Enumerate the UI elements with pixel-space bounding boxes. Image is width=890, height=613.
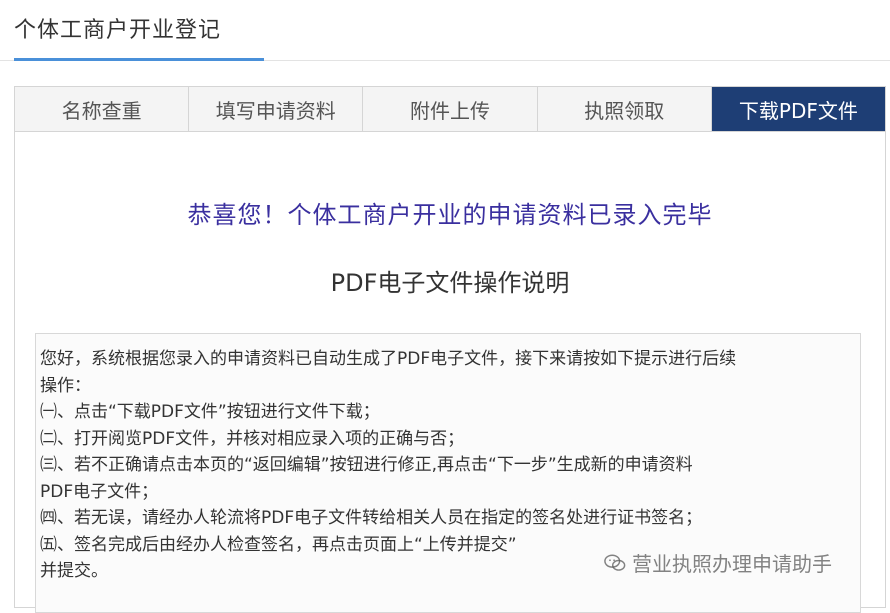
instruction-line: 您好，系统根据您录入的申请资料已自动生成了PDF电子文件，接下来请按如下提示进行… (40, 349, 737, 369)
tab-license-pickup[interactable]: 执照领取 (538, 87, 712, 131)
instruction-line: PDF电子文件； (40, 481, 159, 502)
instructions-title: PDF电子文件操作说明 (330, 269, 570, 297)
watermark: 营业执照办理申请助手 (604, 548, 832, 577)
step-tabs: 名称查重 填写申请资料 附件上传 执照领取 下载PDF文件 (15, 87, 886, 132)
tab-attachment-upload[interactable]: 附件上传 (363, 87, 538, 131)
instruction-line: 操作： (40, 375, 91, 396)
tab-download-pdf[interactable]: 下载PDF文件 (711, 87, 886, 131)
instruction-line: ㈢、若不正确请点击本页的“返回编辑”按钮进行修正,再点击“下一步”生成新的申请资… (40, 455, 693, 475)
watermark-text: 营业执照办理申请助手 (632, 552, 832, 576)
instruction-line: ㈠、点击“下载PDF文件”按钮进行文件下载； (40, 402, 380, 422)
page-header: 个体工商户开业登记 (0, 0, 890, 61)
tab-fill-application[interactable]: 填写申请资料 (189, 87, 364, 131)
instruction-line: ㈡、打开阅览PDF文件，并核对相应录入项的正确与否； (40, 428, 465, 449)
congrats-message: 恭喜您！个体工商户开业的申请资料已录入完毕 (187, 201, 713, 229)
wechat-icon (604, 553, 626, 571)
instruction-line: ㈣、若无误，请经办人轮流将PDF电子文件转给相关人员在指定的签名处进行证书签名； (40, 508, 703, 528)
title-underline (14, 58, 264, 61)
page-title: 个体工商户开业登记 (14, 18, 222, 43)
registration-panel: 名称查重 填写申请资料 附件上传 执照领取 下载PDF文件 恭喜您！个体工商户开… (14, 86, 886, 613)
tab-name-check[interactable]: 名称查重 (15, 87, 190, 131)
